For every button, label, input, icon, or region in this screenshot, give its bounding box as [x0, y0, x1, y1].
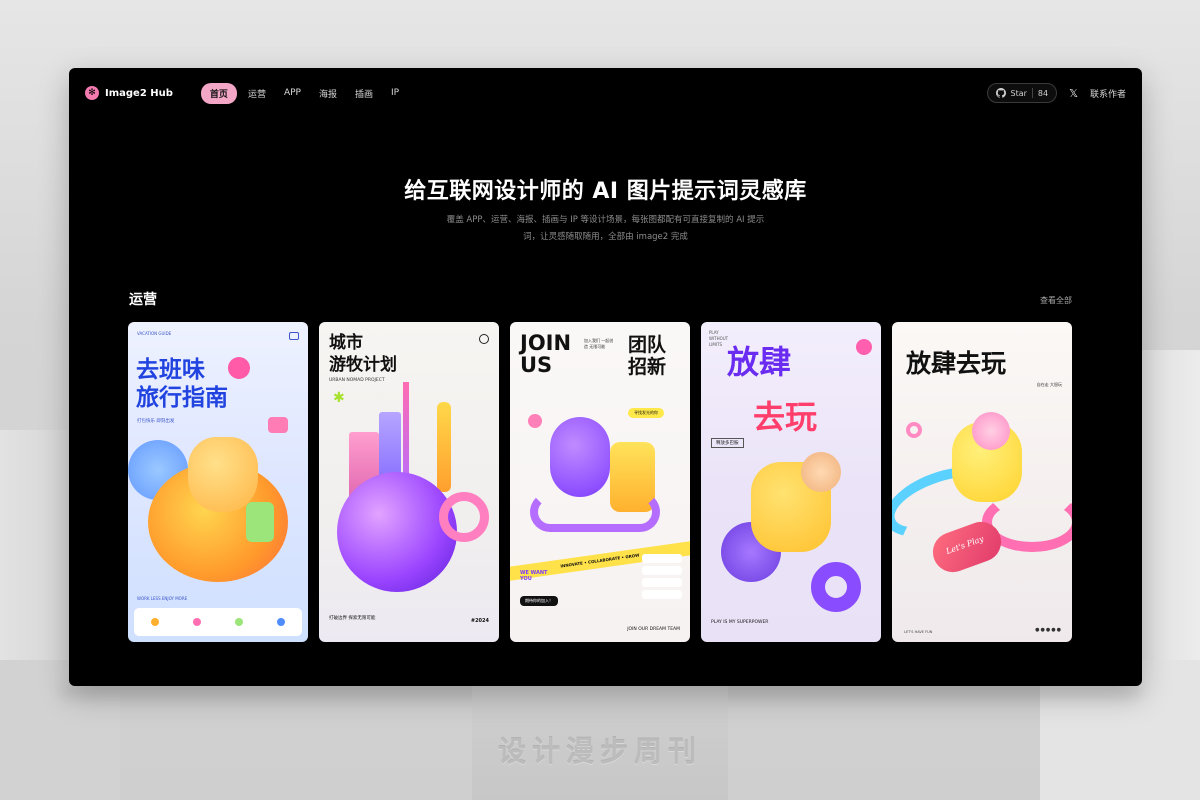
- status-dot: [151, 618, 159, 626]
- card-small-text: VACATION GUIDE: [137, 331, 172, 336]
- card-year: #2024: [470, 618, 489, 624]
- hero-subtitle: 覆盖 APP、运营、海报、插画与 IP 等设计场景，每张图都配有可直接复制的 A…: [446, 215, 765, 242]
- card-title-line: 游牧计划: [329, 355, 397, 375]
- card-footer-text: PLAY IS MY SUPERPOWER: [711, 620, 769, 625]
- card-title-cn: 团队 招新: [628, 334, 666, 378]
- list-item: [642, 554, 682, 563]
- card-tag: 寻找发光的你: [628, 408, 664, 418]
- card-script-text: Let's Play: [944, 534, 985, 557]
- card-small-text: 加入我们 一起创造 无限可能: [584, 338, 614, 349]
- decor-shape: [188, 437, 258, 512]
- poster-card-recruitment[interactable]: JOIN US 加入我们 一起创造 无限可能 团队 招新 寻找发光的你 INNO…: [510, 322, 690, 642]
- card-footer-text: JOIN OUR DREAM TEAM: [627, 627, 680, 632]
- nav-item-home[interactable]: 首页: [200, 82, 237, 104]
- monitor-screen: ✻ Image2 Hub 首页 运营 APP 海报 插画 IP Star 84 …: [69, 68, 1142, 686]
- card-footer-text: LET'S HAVE FUN: [904, 630, 933, 634]
- card-title-line: 放肆: [727, 343, 792, 381]
- card-title-line: 去班味: [136, 357, 205, 383]
- background-block: [0, 430, 70, 690]
- nav-item-operations[interactable]: 运营: [241, 83, 273, 104]
- decor-shape: [530, 492, 660, 532]
- card-footer-text: 打破边界 探索无限可能: [329, 616, 376, 621]
- status-dot: [235, 618, 243, 626]
- divider: [1031, 88, 1033, 98]
- x-social-icon[interactable]: 𝕏: [1069, 87, 1078, 100]
- poster-card-travel[interactable]: VACATION GUIDE 去班味 旅行指南 打包快乐 即刻出发 WORK L…: [128, 322, 308, 642]
- card-we-want-you: WE WANT YOU: [520, 570, 548, 582]
- star-icon: ✱: [333, 390, 345, 406]
- card-title-line: 旅行指南: [136, 385, 228, 411]
- character-shape: [337, 472, 457, 592]
- list-item: [642, 578, 682, 587]
- list-item: [642, 566, 682, 575]
- github-icon: [995, 88, 1006, 98]
- card-title: 城市 游牧计划: [329, 332, 397, 376]
- nav-item-poster[interactable]: 海报: [312, 83, 344, 104]
- hero-title: 给互联网设计师的 AI 图片提示词灵感库: [404, 179, 807, 204]
- ring-shape: [906, 422, 922, 438]
- nav-links: 首页 运营 APP 海报 插画 IP: [200, 82, 406, 104]
- card-list: [642, 554, 682, 602]
- card-title: 放肆去玩: [906, 349, 1007, 378]
- stand-watermark: 设计漫步周刊: [497, 735, 702, 768]
- card-title-line: 城市: [329, 333, 363, 353]
- status-dot: [277, 618, 285, 626]
- smile-icon: [856, 339, 872, 355]
- flower-icon: ✻: [85, 86, 99, 100]
- brand-name: Image2 Hub: [105, 87, 173, 99]
- star-count: 84: [1037, 88, 1049, 98]
- section-title: 运营: [129, 292, 157, 308]
- card-title-line: 招新: [628, 356, 667, 378]
- github-star-button[interactable]: Star 84: [986, 83, 1058, 103]
- monitor-stand: 设计漫步周刊: [472, 686, 728, 800]
- top-nav: ✻ Image2 Hub 首页 运营 APP 海报 插画 IP Star 84 …: [69, 68, 1142, 118]
- tower-shape: [437, 402, 451, 492]
- character-shape: [550, 417, 610, 497]
- flower-shape: [228, 357, 250, 379]
- nav-item-illustration[interactable]: 插画: [348, 83, 380, 104]
- nav-item-app[interactable]: APP: [277, 84, 308, 102]
- card-title-line: 团队: [628, 334, 667, 356]
- poster-card-urban-nomad[interactable]: 城市 游牧计划 URBAN NOMAD PROJECT ✱ 打破边界 探索无限可…: [319, 322, 499, 642]
- character-head: [972, 412, 1010, 450]
- badge-icon: [289, 332, 299, 340]
- pagination-dots: ●●●●●: [1035, 627, 1062, 633]
- nav-right: Star 84 𝕏 联系作者: [986, 83, 1126, 103]
- status-dot: [193, 618, 201, 626]
- card-button: 期待你的加入！: [520, 596, 558, 606]
- camera-shape: [268, 417, 288, 433]
- list-item: [642, 590, 682, 599]
- card-subtitle: 打包快乐 即刻出发: [137, 419, 175, 424]
- ring-shape: [439, 492, 489, 542]
- poster-card-play[interactable]: PLAY WITHOUT LIMITS 放肆 去玩 释放多巴胺 PLAY IS …: [701, 322, 881, 642]
- donut-shape: [811, 562, 861, 612]
- card-grid: VACATION GUIDE 去班味 旅行指南 打包快乐 即刻出发 WORK L…: [128, 322, 1072, 642]
- card-footer-text: WORK LESS ENJOY MORE: [137, 596, 188, 601]
- globe-icon: [479, 334, 489, 344]
- star-label: Star: [1010, 88, 1027, 98]
- background-block: [1140, 350, 1200, 680]
- nav-item-ip[interactable]: IP: [384, 84, 406, 102]
- contact-author-link[interactable]: 联系作者: [1090, 87, 1126, 100]
- card-subtitle: 自在走 大胆玩: [1036, 382, 1062, 387]
- brand[interactable]: ✻ Image2 Hub: [85, 86, 173, 100]
- card-title-line: 去玩: [753, 398, 818, 436]
- card-subtitle: URBAN NOMAD PROJECT: [329, 378, 385, 383]
- heart-icon: [528, 414, 542, 428]
- card-title: 去班味 旅行指南: [136, 356, 228, 412]
- card-tag: 释放多巴胺: [711, 438, 744, 448]
- luggage-shape: [246, 502, 274, 542]
- card-title: JOIN US: [520, 331, 572, 377]
- poster-card-lets-play[interactable]: 放肆去玩 自在走 大胆玩 Let's Play LET'S HAVE FUN ●…: [892, 322, 1072, 642]
- character-head: [801, 452, 841, 492]
- view-all-link[interactable]: 查看全部: [1040, 295, 1072, 306]
- card-bottom-bar: [134, 608, 302, 636]
